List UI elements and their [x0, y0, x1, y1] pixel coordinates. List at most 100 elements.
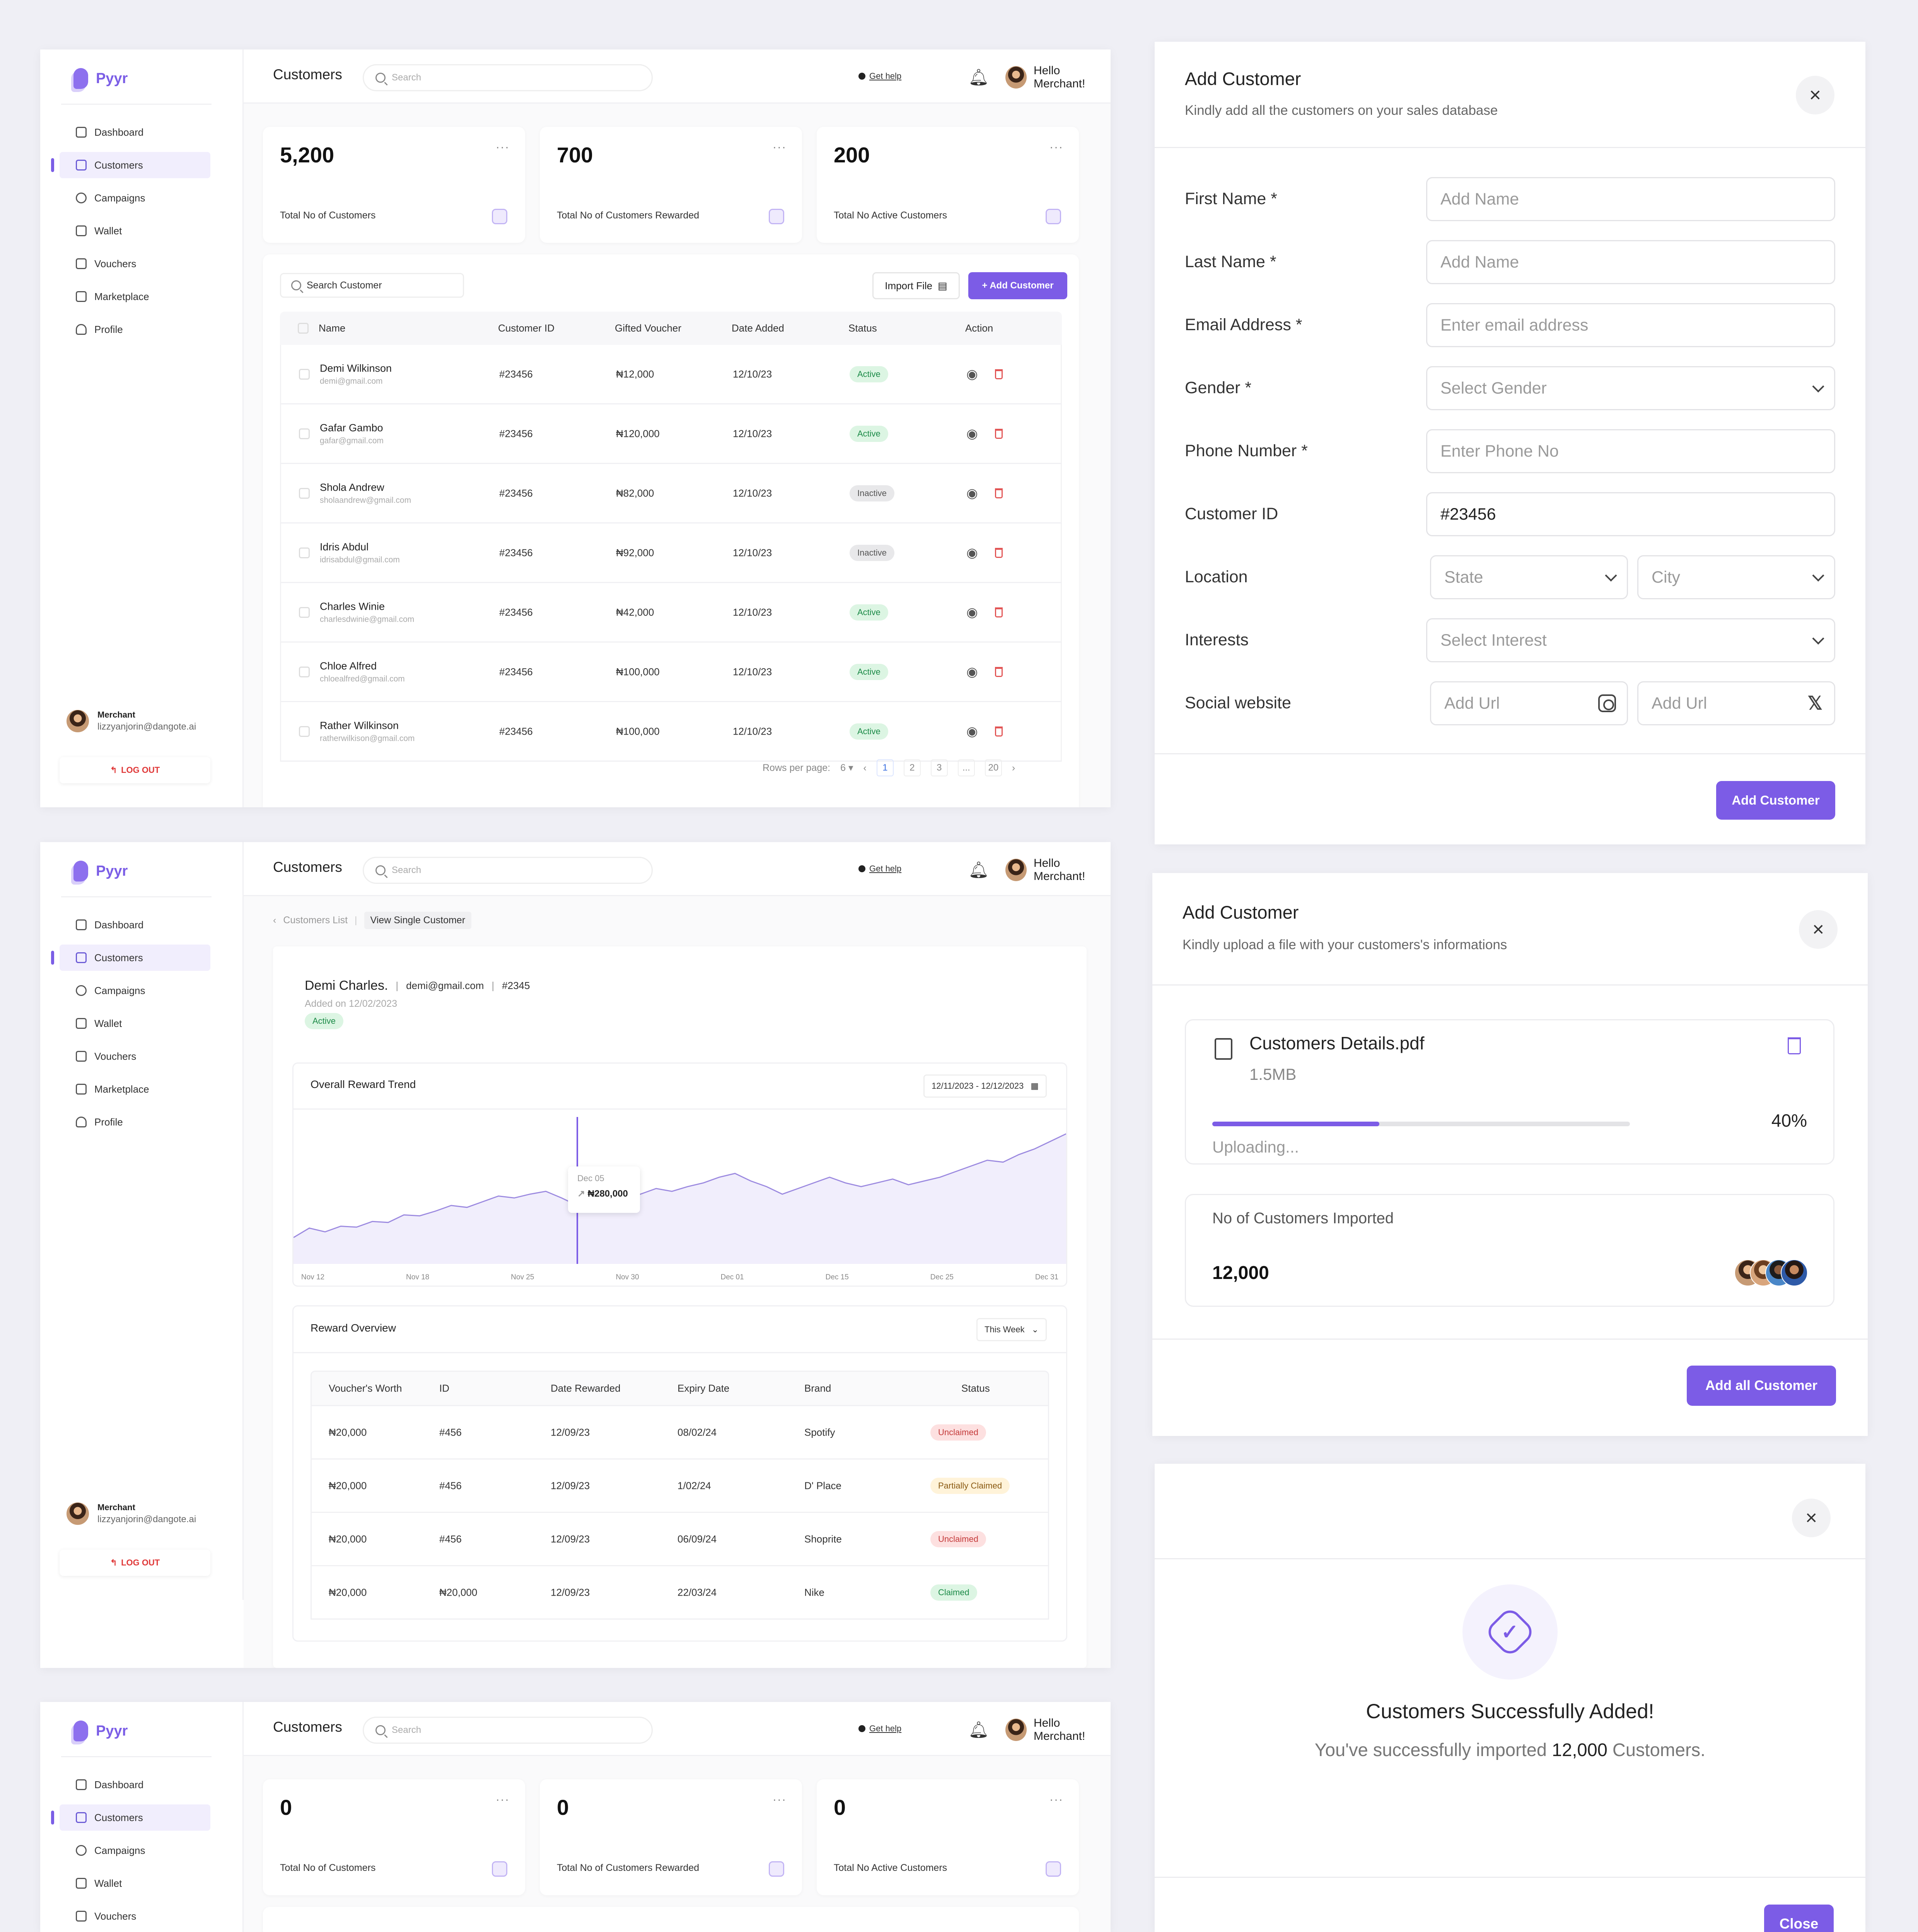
last-name-field[interactable]: Add Name	[1426, 240, 1835, 284]
chevron-right-icon[interactable]: ›	[1012, 762, 1015, 774]
sidebar-item-dashboard[interactable]: Dashboard	[60, 912, 210, 938]
table-row[interactable]: ₦20,000 ₦20,000 12/09/23 22/03/24 Nike Claime…	[311, 1566, 1049, 1620]
add-customer-button[interactable]: + Add Customer	[968, 272, 1067, 299]
city-select[interactable]: City	[1637, 555, 1835, 599]
delete-icon[interactable]	[995, 428, 1003, 439]
view-icon[interactable]: ◉	[966, 664, 978, 680]
email-field[interactable]: Enter email address	[1426, 303, 1835, 347]
more-icon[interactable]: ···	[1049, 141, 1063, 154]
table-row[interactable]: ₦20,000 #456 12/09/23 08/02/24 Spotify Unclai…	[311, 1406, 1049, 1460]
sidebar-item-customers[interactable]: Customers	[51, 945, 210, 971]
brand-logo[interactable]: Pyyr	[73, 68, 128, 89]
row-checkbox[interactable]	[299, 368, 310, 380]
table-row[interactable]: ₦20,000 #456 12/09/23 06/09/24 Shoprite Uncla…	[311, 1513, 1049, 1566]
row-checkbox[interactable]	[299, 488, 310, 499]
sidebar-item-dashboard[interactable]: Dashboard	[60, 1772, 210, 1798]
row-checkbox[interactable]	[299, 547, 310, 558]
view-icon[interactable]: ◉	[966, 545, 978, 561]
customer-id-field[interactable]: #23456	[1426, 492, 1835, 536]
row-checkbox[interactable]	[299, 726, 310, 737]
table-row[interactable]: Shola Andrew sholaandrew@gmail.com #23456 ₦…	[280, 464, 1062, 523]
more-icon[interactable]: ···	[496, 141, 510, 154]
chevron-left-icon[interactable]: ‹	[273, 915, 276, 926]
delete-icon[interactable]	[995, 369, 1003, 379]
close-button[interactable]: Close	[1764, 1905, 1834, 1932]
sidebar-item-customers[interactable]: Customers	[51, 152, 210, 178]
add-all-customer-button[interactable]: Add all Customer	[1687, 1366, 1836, 1406]
sidebar-item-marketplace[interactable]: Marketplace	[60, 1076, 210, 1102]
sidebar-item-campaigns[interactable]: Campaigns	[60, 1837, 210, 1864]
period-select[interactable]: This Week ⌄	[976, 1318, 1047, 1341]
row-checkbox[interactable]	[299, 428, 310, 439]
view-icon[interactable]: ◉	[966, 367, 978, 382]
sidebar-item-customers[interactable]: Customers	[51, 1804, 210, 1831]
instagram-url-field[interactable]: Add Url	[1430, 681, 1628, 725]
search-input[interactable]: Search	[363, 1717, 653, 1744]
get-help-link[interactable]: Get help	[858, 71, 901, 81]
merchant-profile[interactable]: Merchant lizzyanjorin@dangote.ai	[66, 1502, 196, 1526]
date-range-picker[interactable]: 12/11/2023 - 12/12/2023 ▦	[923, 1074, 1047, 1098]
sidebar-item-dashboard[interactable]: Dashboard	[60, 119, 210, 145]
sidebar-item-wallet[interactable]: Wallet	[60, 218, 210, 244]
close-icon[interactable]: ×	[1796, 76, 1834, 114]
table-row[interactable]: Demi Wilkinson demi@gmail.com #23456 ₦12,00…	[280, 345, 1062, 404]
delete-file-icon[interactable]	[1788, 1037, 1801, 1054]
page-button[interactable]: 20	[985, 759, 1002, 776]
sidebar-item-campaigns[interactable]: Campaigns	[60, 977, 210, 1004]
page-button[interactable]: 3	[930, 759, 948, 776]
table-row[interactable]: ₦20,000 #456 12/09/23 1/02/24 D' Place Partia…	[311, 1460, 1049, 1513]
more-icon[interactable]: ···	[496, 1793, 510, 1806]
interests-select[interactable]: Select Interest	[1426, 618, 1835, 662]
state-select[interactable]: State	[1430, 555, 1628, 599]
more-icon[interactable]: ···	[773, 1793, 787, 1806]
import-file-button[interactable]: Import File ▤	[872, 272, 960, 299]
delete-icon[interactable]	[995, 726, 1003, 737]
first-name-field[interactable]: Add Name	[1426, 177, 1835, 221]
row-checkbox[interactable]	[299, 666, 310, 677]
sidebar-item-marketplace[interactable]: Marketplace	[60, 283, 210, 310]
delete-icon[interactable]	[995, 547, 1003, 558]
get-help-link[interactable]: Get help	[858, 864, 901, 874]
sidebar-item-campaigns[interactable]: Campaigns	[60, 185, 210, 211]
table-row[interactable]: Chloe Alfred chloealfred@gmail.com #23456 ₦…	[280, 643, 1062, 702]
page-button[interactable]: 1	[876, 759, 894, 776]
delete-icon[interactable]	[995, 607, 1003, 617]
sidebar-item-profile[interactable]: Profile	[60, 1109, 210, 1135]
brand-logo[interactable]: Pyyr	[73, 1721, 128, 1741]
customer-search-input[interactable]: Search Customer	[280, 273, 464, 298]
breadcrumb-back-link[interactable]: Customers List	[283, 915, 348, 926]
bell-icon[interactable]: 🔔︎	[968, 1721, 989, 1739]
user-greeting[interactable]: Hello Merchant!	[1005, 1717, 1111, 1743]
bell-icon[interactable]: 🔔︎	[968, 68, 989, 87]
phone-field[interactable]: Enter Phone No	[1426, 429, 1835, 473]
merchant-profile[interactable]: Merchant lizzyanjorin@dangote.ai	[66, 709, 196, 733]
close-icon[interactable]: ×	[1792, 1499, 1831, 1537]
user-greeting[interactable]: Hello Merchant!	[1005, 64, 1111, 90]
sidebar-item-wallet[interactable]: Wallet	[60, 1870, 210, 1896]
table-row[interactable]: Charles Winie charlesdwinie@gmail.com #234…	[280, 583, 1062, 643]
table-row[interactable]: Gafar Gambo gafar@gmail.com #23456 ₦120,000…	[280, 404, 1062, 464]
sidebar-item-vouchers[interactable]: Vouchers	[60, 1903, 210, 1929]
delete-icon[interactable]	[995, 667, 1003, 677]
table-row[interactable]: Idris Abdul idrisabdul@gmail.com #23456 ₦92…	[280, 523, 1062, 583]
view-icon[interactable]: ◉	[966, 724, 978, 739]
rows-per-page-select[interactable]: 6 ▾	[840, 762, 853, 774]
close-icon[interactable]: ×	[1799, 910, 1838, 949]
page-button[interactable]: 2	[903, 759, 921, 776]
user-greeting[interactable]: Hello Merchant!	[1005, 857, 1111, 883]
sidebar-item-profile[interactable]: Profile	[60, 316, 210, 343]
view-icon[interactable]: ◉	[966, 486, 978, 501]
add-customer-submit-button[interactable]: Add Customer	[1716, 781, 1835, 820]
search-input[interactable]: Search	[363, 857, 653, 884]
x-url-field[interactable]: Add Url 𝕏	[1637, 681, 1835, 725]
gender-select[interactable]: Select Gender	[1426, 366, 1835, 410]
bell-icon[interactable]: 🔔︎	[968, 861, 989, 880]
row-checkbox[interactable]	[299, 607, 310, 618]
more-icon[interactable]: ···	[773, 141, 787, 154]
view-icon[interactable]: ◉	[966, 426, 978, 442]
search-input[interactable]: Search	[363, 64, 653, 91]
brand-logo[interactable]: Pyyr	[73, 861, 128, 882]
more-icon[interactable]: ···	[1049, 1793, 1063, 1806]
chevron-left-icon[interactable]: ‹	[863, 762, 867, 774]
sidebar-item-vouchers[interactable]: Vouchers	[60, 1043, 210, 1069]
